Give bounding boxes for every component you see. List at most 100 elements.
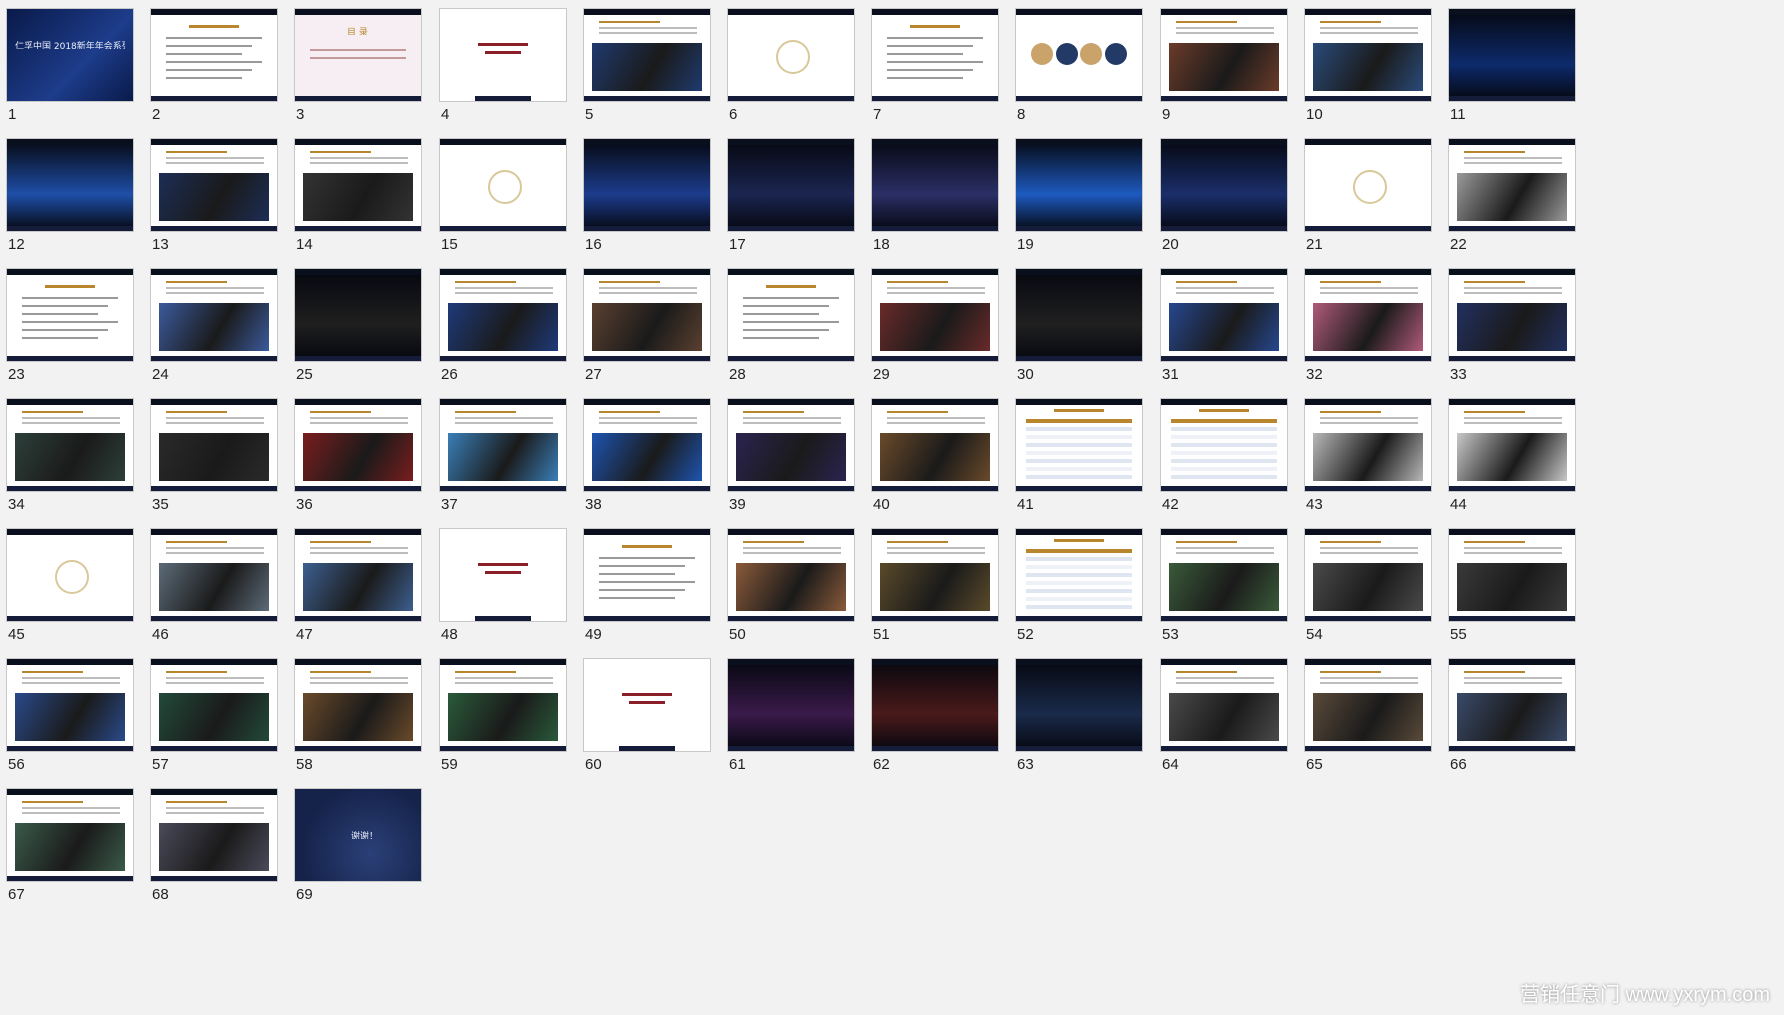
slide-thumbnail[interactable]: [6, 788, 134, 882]
slide-thumbnail[interactable]: [1304, 398, 1432, 492]
slide-thumbnail-cell[interactable]: 12: [6, 138, 134, 253]
slide-thumbnail-cell[interactable]: 42: [1160, 398, 1288, 513]
slide-thumbnail[interactable]: [1160, 138, 1288, 232]
slide-thumbnail-cell[interactable]: 61: [727, 658, 855, 773]
slide-thumbnail-cell[interactable]: 37: [439, 398, 567, 513]
slide-thumbnail-cell[interactable]: 55: [1448, 528, 1576, 643]
slide-thumbnail-cell[interactable]: 60: [583, 658, 711, 773]
slide-thumbnail-cell[interactable]: 33: [1448, 268, 1576, 383]
slide-thumbnail-cell[interactable]: 65: [1304, 658, 1432, 773]
slide-thumbnail[interactable]: [439, 528, 567, 622]
slide-thumbnail-cell[interactable]: 10: [1304, 8, 1432, 123]
slide-thumbnail-cell[interactable]: 54: [1304, 528, 1432, 643]
slide-thumbnail-cell[interactable]: 67: [6, 788, 134, 903]
slide-thumbnail[interactable]: [1304, 268, 1432, 362]
slide-thumbnail-cell[interactable]: 20: [1160, 138, 1288, 253]
slide-thumbnail[interactable]: [871, 268, 999, 362]
slide-thumbnail-cell[interactable]: 35: [150, 398, 278, 513]
slide-thumbnail[interactable]: [1015, 268, 1143, 362]
slide-thumbnail[interactable]: [727, 658, 855, 752]
slide-thumbnail[interactable]: [150, 658, 278, 752]
slide-thumbnail-cell[interactable]: 11: [1448, 8, 1576, 123]
slide-thumbnail[interactable]: [439, 658, 567, 752]
slide-thumbnail[interactable]: [583, 398, 711, 492]
slide-thumbnail-cell[interactable]: 40: [871, 398, 999, 513]
slide-thumbnail[interactable]: [583, 528, 711, 622]
slide-thumbnail-cell[interactable]: 2: [150, 8, 278, 123]
slide-thumbnail[interactable]: [1160, 528, 1288, 622]
slide-thumbnail[interactable]: [1304, 138, 1432, 232]
slide-thumbnail[interactable]: [727, 268, 855, 362]
slide-thumbnail[interactable]: [6, 398, 134, 492]
slide-thumbnail-cell[interactable]: 39: [727, 398, 855, 513]
slide-thumbnail-cell[interactable]: 62: [871, 658, 999, 773]
slide-thumbnail[interactable]: [1015, 138, 1143, 232]
slide-thumbnail[interactable]: [6, 138, 134, 232]
slide-thumbnail[interactable]: [439, 8, 567, 102]
slide-thumbnail-cell[interactable]: 4: [439, 8, 567, 123]
slide-thumbnail[interactable]: [583, 138, 711, 232]
slide-thumbnail-cell[interactable]: 8: [1015, 8, 1143, 123]
slide-thumbnail-cell[interactable]: 56: [6, 658, 134, 773]
slide-thumbnail[interactable]: 谢谢！: [294, 788, 422, 882]
slide-thumbnail[interactable]: [294, 658, 422, 752]
slide-thumbnail-cell[interactable]: 27: [583, 268, 711, 383]
slide-thumbnail-cell[interactable]: 29: [871, 268, 999, 383]
slide-thumbnail[interactable]: [1015, 528, 1143, 622]
slide-thumbnail[interactable]: [1448, 8, 1576, 102]
slide-thumbnail[interactable]: [1448, 138, 1576, 232]
slide-thumbnail[interactable]: [1304, 528, 1432, 622]
slide-thumbnail-cell[interactable]: 19: [1015, 138, 1143, 253]
slide-thumbnail[interactable]: [1015, 8, 1143, 102]
slide-thumbnail[interactable]: [727, 528, 855, 622]
slide-thumbnail-cell[interactable]: 43: [1304, 398, 1432, 513]
slide-thumbnail-cell[interactable]: 31: [1160, 268, 1288, 383]
slide-thumbnail-cell[interactable]: 46: [150, 528, 278, 643]
slide-thumbnail[interactable]: [1304, 658, 1432, 752]
slide-thumbnail[interactable]: [727, 138, 855, 232]
slide-thumbnail-cell[interactable]: 26: [439, 268, 567, 383]
slide-thumbnail-cell[interactable]: 49: [583, 528, 711, 643]
slide-thumbnail-cell[interactable]: 32: [1304, 268, 1432, 383]
slide-thumbnail-cell[interactable]: 28: [727, 268, 855, 383]
slide-thumbnail-cell[interactable]: 17: [727, 138, 855, 253]
slide-thumbnail-cell[interactable]: 目 录 3: [294, 8, 422, 123]
slide-thumbnail[interactable]: [871, 8, 999, 102]
slide-thumbnail-cell[interactable]: 30: [1015, 268, 1143, 383]
slide-thumbnail-cell[interactable]: 9: [1160, 8, 1288, 123]
slide-thumbnail[interactable]: 目 录: [294, 8, 422, 102]
slide-thumbnail[interactable]: [1448, 658, 1576, 752]
slide-thumbnail-cell[interactable]: 34: [6, 398, 134, 513]
slide-thumbnail-cell[interactable]: 52: [1015, 528, 1143, 643]
slide-thumbnail-cell[interactable]: 13: [150, 138, 278, 253]
slide-thumbnail-cell[interactable]: 64: [1160, 658, 1288, 773]
slide-thumbnail[interactable]: [1160, 268, 1288, 362]
slide-thumbnail[interactable]: [871, 528, 999, 622]
slide-thumbnail[interactable]: [1160, 8, 1288, 102]
slide-thumbnail[interactable]: [150, 8, 278, 102]
slide-thumbnail[interactable]: [583, 268, 711, 362]
slide-thumbnail[interactable]: [583, 8, 711, 102]
slide-thumbnail[interactable]: [150, 268, 278, 362]
slide-thumbnail[interactable]: [294, 138, 422, 232]
slide-thumbnail-cell[interactable]: 41: [1015, 398, 1143, 513]
slide-thumbnail-cell[interactable]: 66: [1448, 658, 1576, 773]
slide-thumbnail[interactable]: [727, 398, 855, 492]
slide-thumbnail-cell[interactable]: 24: [150, 268, 278, 383]
slide-thumbnail-cell[interactable]: 16: [583, 138, 711, 253]
slide-thumbnail-cell[interactable]: 谢谢！ 69: [294, 788, 422, 903]
slide-thumbnail-cell[interactable]: 63: [1015, 658, 1143, 773]
slide-thumbnail[interactable]: [150, 788, 278, 882]
slide-thumbnail[interactable]: [1304, 8, 1432, 102]
slide-thumbnail[interactable]: [1015, 398, 1143, 492]
slide-thumbnail[interactable]: [1160, 658, 1288, 752]
slide-thumbnail[interactable]: [727, 8, 855, 102]
slide-thumbnail[interactable]: [150, 138, 278, 232]
slide-thumbnail[interactable]: [439, 268, 567, 362]
slide-thumbnail[interactable]: [294, 268, 422, 362]
slide-thumbnail[interactable]: [871, 398, 999, 492]
slide-thumbnail-cell[interactable]: 48: [439, 528, 567, 643]
slide-thumbnail-cell[interactable]: 68: [150, 788, 278, 903]
slide-thumbnail-cell[interactable]: 仁孚中国 2018新年年会系列活动 1: [6, 8, 134, 123]
slide-thumbnail[interactable]: [294, 398, 422, 492]
